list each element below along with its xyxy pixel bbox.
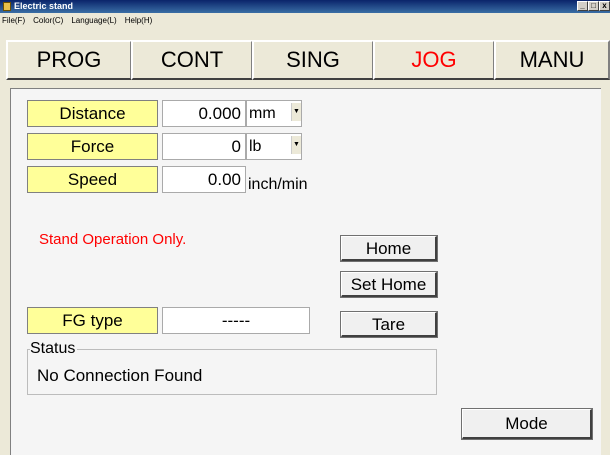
status-text: No Connection Found	[37, 366, 203, 385]
menu-file[interactable]: File(F)	[0, 13, 29, 28]
status-legend: Status	[30, 340, 78, 358]
tare-button[interactable]: Tare	[340, 311, 438, 338]
force-value: 0	[162, 133, 246, 160]
menu-bar: File(F) Color(C) Language(L) Help(H)	[0, 13, 610, 28]
force-unit-value: lb	[249, 138, 262, 155]
menu-help[interactable]: Help(H)	[121, 13, 157, 28]
menu-language[interactable]: Language(L)	[67, 13, 120, 28]
menu-color[interactable]: Color(C)	[29, 13, 67, 28]
set-home-button[interactable]: Set Home	[340, 271, 438, 298]
speed-unit: inch/min	[248, 176, 308, 193]
tab-prog[interactable]: PROG	[6, 40, 132, 80]
tab-jog[interactable]: JOG	[373, 40, 495, 80]
tab-bar: PROG CONT SING JOG MANU	[0, 28, 610, 86]
stand-operation-message: Stand Operation Only.	[39, 231, 187, 248]
distance-unit-value: mm	[249, 105, 276, 122]
fg-type-label: FG type	[27, 307, 158, 334]
tab-manu[interactable]: MANU	[494, 40, 610, 80]
home-button[interactable]: Home	[340, 235, 438, 262]
distance-value: 0.000	[162, 100, 246, 127]
minimize-button[interactable]: _	[577, 1, 588, 11]
force-label: Force	[27, 133, 158, 160]
distance-label: Distance	[27, 100, 158, 127]
chevron-down-icon: ▼	[291, 103, 301, 121]
window-title: Electric stand	[14, 1, 74, 11]
speed-value: 0.00	[162, 166, 246, 193]
tab-sing[interactable]: SING	[252, 40, 374, 80]
tab-cont[interactable]: CONT	[131, 40, 253, 80]
title-bar: Electric stand _ □ x	[0, 0, 610, 13]
force-unit-select[interactable]: lb ▼	[246, 133, 302, 160]
distance-unit-select[interactable]: mm ▼	[246, 100, 302, 127]
mode-button[interactable]: Mode	[461, 408, 593, 440]
speed-label: Speed	[27, 166, 158, 193]
fg-type-value: -----	[162, 307, 310, 334]
close-button[interactable]: x	[599, 1, 610, 11]
maximize-button[interactable]: □	[588, 1, 599, 11]
app-icon	[3, 2, 11, 11]
chevron-down-icon: ▼	[291, 136, 301, 154]
